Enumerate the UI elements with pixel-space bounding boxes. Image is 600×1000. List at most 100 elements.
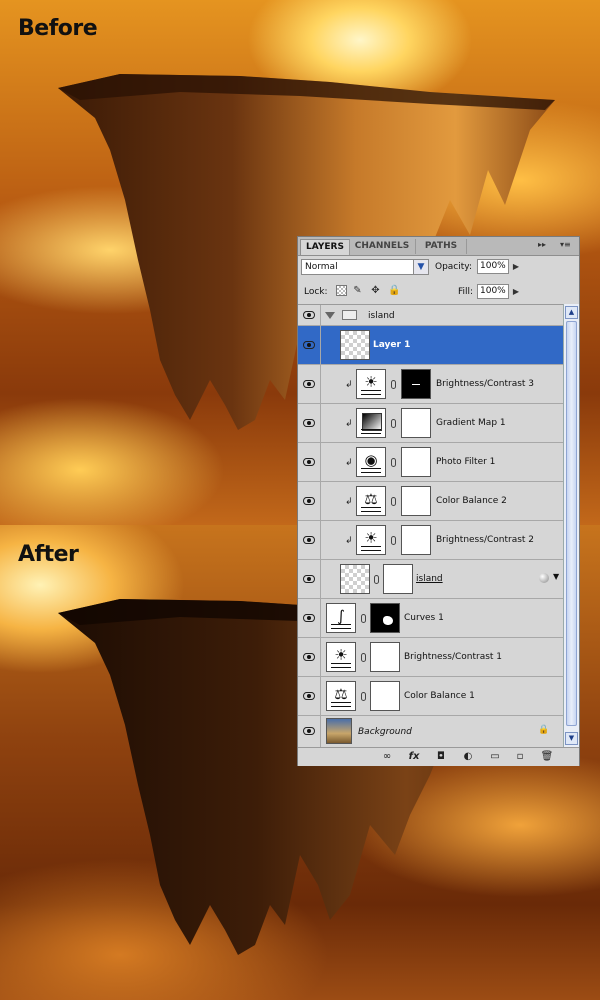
layer-mask-thumbnail[interactable]: [401, 408, 431, 438]
chain-link-icon[interactable]: [361, 614, 366, 623]
curves-icon: ∫: [326, 603, 356, 633]
chevron-down-icon[interactable]: ▼: [413, 260, 428, 274]
layer-name: Brightness/Contrast 2: [436, 535, 535, 545]
visibility-eye-icon[interactable]: [303, 311, 315, 319]
panel-tab-bar: LAYERS CHANNELS PATHS ▸▸ ▾≡: [298, 237, 579, 256]
layer-list-scrollbar[interactable]: ▲ ▼: [563, 304, 579, 747]
layer-row-island-smart-object[interactable]: island ▼: [298, 560, 563, 599]
lock-position-icon[interactable]: ✥: [370, 285, 381, 296]
delete-layer-icon[interactable]: 🗑: [540, 751, 554, 763]
blend-mode-select[interactable]: Normal ▼: [301, 259, 429, 275]
chain-link-icon[interactable]: [361, 653, 366, 662]
layer-name: island: [416, 574, 443, 584]
layer-row-curves-1[interactable]: ∫ Curves 1: [298, 599, 563, 638]
layer-name: Color Balance 1: [404, 691, 475, 701]
after-caption: After: [18, 542, 79, 567]
scrollbar-thumb[interactable]: [566, 321, 577, 726]
before-caption: Before: [18, 16, 98, 41]
layer-name: Curves 1: [404, 613, 444, 623]
layer-row-background[interactable]: Background 🔒: [298, 716, 563, 748]
chain-link-icon[interactable]: [391, 536, 396, 545]
tab-paths[interactable]: PATHS: [416, 239, 467, 254]
lock-image-pixels-icon[interactable]: ✎: [352, 285, 363, 296]
panel-menu-icon[interactable]: ▾≡: [560, 240, 571, 249]
chain-link-icon[interactable]: [391, 419, 396, 428]
visibility-eye-icon[interactable]: [303, 458, 315, 466]
fill-slider-arrow-icon[interactable]: ▶: [510, 284, 522, 299]
gradient-map-icon: [356, 408, 386, 438]
chain-link-icon[interactable]: [374, 575, 379, 584]
opacity-field[interactable]: 100%: [477, 259, 509, 274]
visibility-eye-icon[interactable]: [303, 692, 315, 700]
tab-layers[interactable]: LAYERS: [300, 239, 350, 255]
clipping-arrow-icon: ↲: [345, 380, 353, 390]
chain-link-icon[interactable]: [391, 458, 396, 467]
visibility-eye-icon[interactable]: [303, 380, 315, 388]
layer-row-photo-filter-1[interactable]: ↲ ◉ Photo Filter 1: [298, 443, 563, 482]
new-group-icon[interactable]: ▭: [488, 751, 502, 763]
clipping-arrow-icon: ↲: [345, 458, 353, 468]
layer-row-layer-1[interactable]: Layer 1: [298, 326, 563, 365]
visibility-eye-icon[interactable]: [303, 536, 315, 544]
layer-mask-thumbnail[interactable]: [383, 564, 413, 594]
layer-name: Brightness/Contrast 3: [436, 379, 535, 389]
layer-effects-icon[interactable]: [539, 573, 549, 583]
photo-filter-icon: ◉: [356, 447, 386, 477]
opacity-label: Opacity:: [435, 262, 472, 272]
layer-row-color-balance-2[interactable]: ↲ ⚖ Color Balance 2: [298, 482, 563, 521]
layer-row-color-balance-1[interactable]: ⚖ Color Balance 1: [298, 677, 563, 716]
lock-all-icon[interactable]: 🔒: [388, 285, 400, 296]
layer-thumbnail: [340, 330, 370, 360]
layer-name: island: [368, 311, 395, 321]
tab-channels[interactable]: CHANNELS: [349, 239, 416, 254]
brightness-contrast-icon: ☀: [326, 642, 356, 672]
layer-name: Color Balance 2: [436, 496, 507, 506]
visibility-eye-icon[interactable]: [303, 341, 315, 349]
link-layers-icon[interactable]: ∞: [378, 751, 396, 763]
new-adjustment-layer-icon[interactable]: ◐: [460, 751, 476, 763]
chain-link-icon[interactable]: [391, 497, 396, 506]
layer-row-island-group[interactable]: island: [298, 305, 563, 326]
opacity-slider-arrow-icon[interactable]: ▶: [510, 259, 522, 274]
layer-mask-thumbnail[interactable]: [370, 642, 400, 672]
layer-mask-thumbnail[interactable]: [401, 369, 431, 399]
scroll-down-icon[interactable]: ▼: [565, 732, 578, 745]
layer-mask-thumbnail[interactable]: [370, 681, 400, 711]
visibility-eye-icon[interactable]: [303, 614, 315, 622]
brightness-contrast-icon: ☀: [356, 369, 386, 399]
lock-transparency-icon[interactable]: [336, 285, 347, 296]
layer-row-brightness-contrast-3[interactable]: ↲ ☀ Brightness/Contrast 3: [298, 365, 563, 404]
layer-mask-thumbnail[interactable]: [401, 525, 431, 555]
clipping-arrow-icon: ↲: [345, 497, 353, 507]
layer-style-fx-icon[interactable]: fx: [406, 751, 422, 763]
layer-name: Photo Filter 1: [436, 457, 496, 467]
layer-mask-thumbnail[interactable]: [401, 486, 431, 516]
collapse-panel-icon[interactable]: ▸▸: [538, 240, 546, 249]
layer-row-brightness-contrast-2[interactable]: ↲ ☀ Brightness/Contrast 2: [298, 521, 563, 560]
add-mask-icon[interactable]: ◘: [434, 751, 448, 763]
clipping-arrow-icon: ↲: [345, 419, 353, 429]
layer-name: Brightness/Contrast 1: [404, 652, 503, 662]
new-layer-icon[interactable]: ▫: [513, 751, 527, 763]
layer-row-brightness-contrast-1[interactable]: ☀ Brightness/Contrast 1: [298, 638, 563, 677]
layer-mask-thumbnail[interactable]: [370, 603, 400, 633]
visibility-eye-icon[interactable]: [303, 419, 315, 427]
chain-link-icon[interactable]: [391, 380, 396, 389]
fill-field[interactable]: 100%: [477, 284, 509, 299]
brightness-contrast-icon: ☀: [356, 525, 386, 555]
chain-link-icon[interactable]: [361, 692, 366, 701]
visibility-eye-icon[interactable]: [303, 727, 315, 735]
clipping-arrow-icon: ↲: [345, 536, 353, 546]
layers-panel: LAYERS CHANNELS PATHS ▸▸ ▾≡ Normal ▼ Opa…: [297, 236, 580, 766]
expand-effects-icon[interactable]: ▼: [553, 572, 559, 581]
layer-mask-thumbnail[interactable]: [401, 447, 431, 477]
layer-row-gradient-map-1[interactable]: ↲ Gradient Map 1: [298, 404, 563, 443]
blend-mode-value: Normal: [305, 262, 338, 272]
disclosure-triangle-icon[interactable]: [325, 312, 335, 319]
smart-object-thumbnail: [340, 564, 370, 594]
visibility-eye-icon[interactable]: [303, 497, 315, 505]
visibility-eye-icon[interactable]: [303, 575, 315, 583]
scroll-up-icon[interactable]: ▲: [565, 306, 578, 319]
fill-label: Fill:: [458, 287, 474, 297]
visibility-eye-icon[interactable]: [303, 653, 315, 661]
